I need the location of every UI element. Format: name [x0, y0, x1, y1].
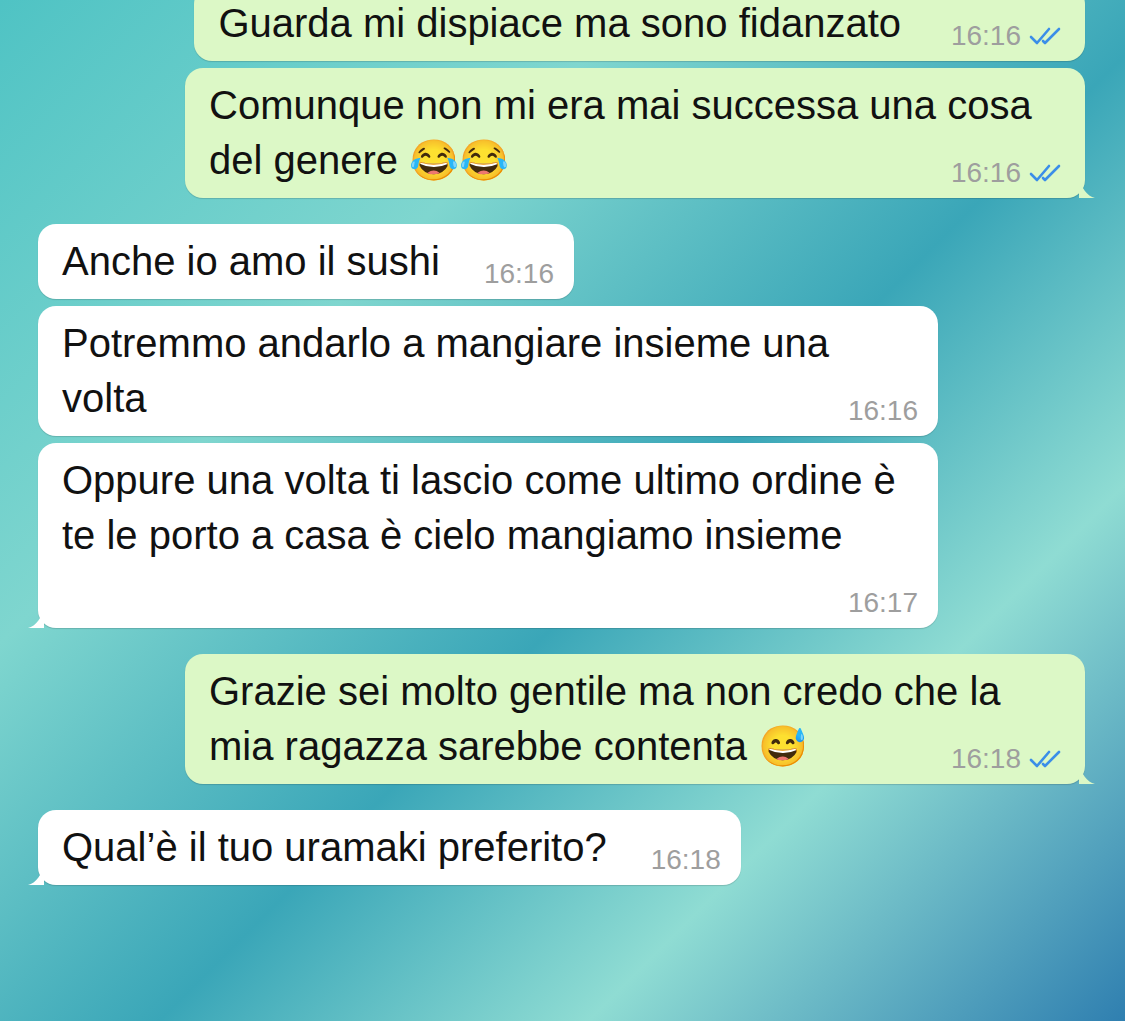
message-text: Comunque non mi era mai successa una cos…: [209, 78, 1061, 188]
message-meta: 16:18: [651, 843, 721, 877]
outgoing-message[interactable]: Guarda mi dispiace ma sono fidanzato16:1…: [194, 0, 1085, 61]
incoming-message[interactable]: Anche io amo il sushi16:16: [38, 224, 574, 299]
message-meta: 16:16: [951, 156, 1065, 190]
chat-screen: Guarda mi dispiace ma sono fidanzato16:1…: [0, 0, 1125, 1021]
outgoing-message[interactable]: Grazie sei molto gentile ma non credo ch…: [185, 654, 1085, 784]
message-text: Guarda mi dispiace ma sono fidanzato: [218, 0, 1061, 51]
message-text: Potremmo andarlo a mangiare insieme una …: [62, 316, 914, 426]
message-time: 16:18: [651, 843, 721, 877]
message-meta: 16:16: [484, 257, 554, 291]
message-time: 16:16: [951, 19, 1021, 53]
message-time: 16:16: [848, 394, 918, 428]
message-time: 16:16: [484, 257, 554, 291]
message-meta: 16:18: [951, 742, 1065, 776]
bubble-tail-icon: [28, 863, 44, 885]
message-list: Guarda mi dispiace ma sono fidanzato16:1…: [0, 0, 1125, 885]
bubble-tail-icon: [1079, 762, 1095, 784]
bubble-tail-icon: [28, 606, 44, 628]
message-time: 16:17: [848, 586, 918, 620]
message-time: 16:18: [951, 742, 1021, 776]
message-text: Qual’è il tuo uramaki preferito?: [62, 820, 717, 875]
bubble-tail-icon: [1079, 176, 1095, 198]
incoming-message[interactable]: Potremmo andarlo a mangiare insieme una …: [38, 306, 938, 436]
message-meta: 16:16: [951, 19, 1065, 53]
message-text: Anche io amo il sushi: [62, 234, 550, 289]
message-meta: 16:17: [848, 586, 918, 620]
incoming-message[interactable]: Oppure una volta ti lascio come ultimo o…: [38, 443, 938, 628]
message-text: Oppure una volta ti lascio come ultimo o…: [62, 453, 914, 618]
read-ticks-icon: [1029, 162, 1065, 184]
message-meta: 16:16: [848, 394, 918, 428]
outgoing-message[interactable]: Comunque non mi era mai successa una cos…: [185, 68, 1085, 198]
read-ticks-icon: [1029, 748, 1065, 770]
incoming-message[interactable]: Qual’è il tuo uramaki preferito?16:18: [38, 810, 741, 885]
message-time: 16:16: [951, 156, 1021, 190]
read-ticks-icon: [1029, 25, 1065, 47]
message-text: Grazie sei molto gentile ma non credo ch…: [209, 664, 1061, 774]
